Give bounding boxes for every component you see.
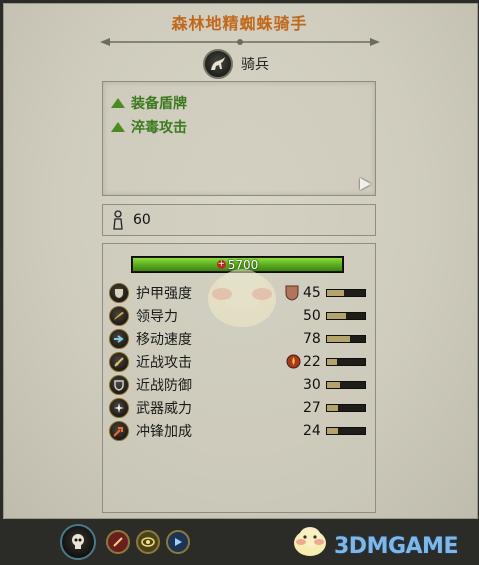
stat-bar — [326, 335, 366, 343]
stat-bar — [326, 427, 366, 435]
stat-bar-fill — [327, 290, 345, 296]
stat-value: 24 — [303, 423, 321, 439]
ability-item[interactable]: 淬毒攻击 — [111, 117, 187, 137]
stat-bar — [326, 404, 366, 412]
stat-label: 武器威力 — [136, 401, 192, 417]
stat-value: 27 — [303, 400, 321, 416]
attribute-icon-2[interactable] — [136, 530, 160, 554]
stat-bar-fill — [327, 382, 341, 388]
stat-bar-fill — [327, 359, 337, 365]
armor-icon — [109, 283, 129, 303]
men-count-icon — [113, 210, 123, 230]
stat-bar — [326, 358, 366, 366]
charge-bonus-icon — [109, 421, 129, 441]
mascot-watermark-image — [208, 269, 276, 327]
stat-value: 45 — [303, 285, 321, 301]
stat-bar — [326, 312, 366, 320]
mascot-logo — [294, 527, 326, 556]
poison-icon — [286, 354, 301, 369]
abilities-panel: 装备盾牌 淬毒攻击 — [102, 81, 376, 196]
ability-label: 装备盾牌 — [131, 96, 187, 112]
expand-arrow-icon[interactable] — [360, 178, 371, 190]
stat-label: 近战攻击 — [136, 355, 192, 371]
stat-bar — [326, 289, 366, 297]
stat-bar-fill — [327, 336, 350, 342]
unit-type-label: 骑兵 — [241, 57, 269, 73]
stat-bar-fill — [327, 313, 346, 319]
stat-value: 30 — [303, 377, 321, 393]
stat-bar-fill — [327, 428, 339, 434]
attribute-icon-1[interactable] — [106, 530, 130, 554]
stat-bar-fill — [327, 405, 339, 411]
unit-type-row[interactable]: 骑兵 — [203, 49, 269, 79]
cavalry-icon — [203, 49, 233, 79]
ability-item[interactable]: 装备盾牌 — [111, 93, 187, 113]
weapon-strength-icon — [109, 398, 129, 418]
stat-bar — [326, 381, 366, 389]
triangle-up-icon — [111, 98, 125, 108]
stat-label: 冲锋加成 — [136, 424, 192, 440]
watermark-text: 3DMGAME — [334, 534, 458, 559]
speed-icon — [109, 329, 129, 349]
melee-attack-icon — [109, 352, 129, 372]
stat-row-melee-defence[interactable]: 近战防御 30 — [109, 374, 369, 396]
unit-name: 森林地精蜘蛛骑手 — [171, 14, 308, 33]
triangle-up-icon — [111, 122, 125, 132]
attribute-icon-3[interactable] — [166, 530, 190, 554]
unit-size-value: 60 — [133, 212, 151, 228]
stat-value: 78 — [303, 331, 321, 347]
unit-size-panel: 60 — [102, 204, 376, 236]
stat-label: 近战防御 — [136, 378, 192, 394]
stat-value: 22 — [303, 354, 321, 370]
stat-row-weapon-strength[interactable]: 武器威力 27 — [109, 397, 369, 419]
melee-defence-icon — [109, 375, 129, 395]
title-ornament — [100, 38, 380, 46]
stat-value: 50 — [303, 308, 321, 324]
stat-row-charge-bonus[interactable]: 冲锋加成 24 — [109, 420, 369, 442]
ability-label: 淬毒攻击 — [131, 120, 187, 136]
stat-row-melee-attack[interactable]: 近战攻击 22 — [109, 351, 369, 373]
faction-skull-icon[interactable] — [60, 524, 96, 560]
leadership-icon — [109, 306, 129, 326]
